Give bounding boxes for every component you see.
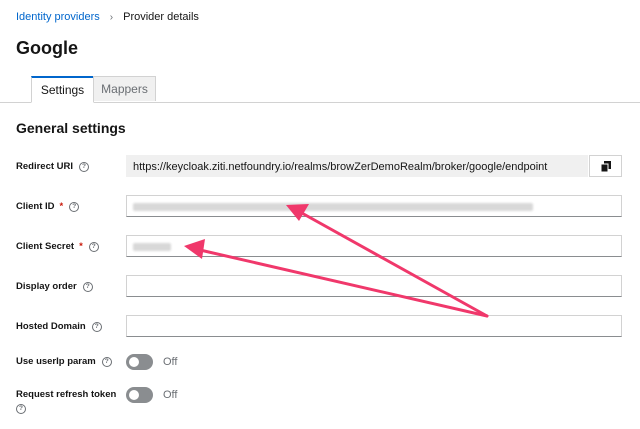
client-id-input[interactable]	[126, 195, 622, 217]
use-userip-toggle[interactable]	[126, 354, 153, 370]
breadcrumb: Identity providers › Provider details	[16, 11, 199, 23]
help-icon[interactable]: ?	[101, 356, 112, 367]
copy-button[interactable]	[589, 155, 622, 177]
redirect-uri-label: Redirect URI ?	[16, 161, 90, 172]
chevron-right-icon: ›	[109, 11, 114, 23]
refresh-token-label: Request refresh token	[16, 389, 117, 400]
breadcrumb-current: Provider details	[123, 11, 199, 23]
tab-bar: Settings Mappers	[0, 76, 640, 103]
refresh-token-state: Off	[163, 389, 178, 401]
display-order-label: Display order ?	[16, 281, 93, 292]
hosted-domain-input[interactable]	[126, 315, 622, 337]
tab-settings[interactable]: Settings	[31, 76, 94, 103]
help-icon[interactable]: ?	[82, 281, 93, 292]
tab-mappers[interactable]: Mappers	[93, 76, 156, 101]
copy-icon	[600, 160, 611, 172]
use-userip-label: Use userIp param ?	[16, 356, 112, 367]
section-title: General settings	[16, 120, 126, 136]
help-icon[interactable]: ?	[69, 201, 80, 212]
display-order-input[interactable]	[126, 275, 622, 297]
help-icon[interactable]: ?	[16, 404, 26, 414]
page-title: Google	[16, 38, 78, 58]
annotation-arrow-client-id	[298, 210, 489, 318]
use-userip-state: Off	[163, 356, 178, 368]
breadcrumb-identity-providers[interactable]: Identity providers	[16, 11, 100, 23]
client-secret-input[interactable]	[126, 235, 622, 257]
client-secret-label: Client Secret * ?	[16, 241, 99, 252]
redirect-uri-field[interactable]: https://keycloak.ziti.netfoundry.io/real…	[126, 155, 588, 177]
redacted-value	[133, 243, 171, 251]
help-icon[interactable]: ?	[79, 161, 90, 172]
hosted-domain-label: Hosted Domain ?	[16, 321, 102, 332]
redacted-value	[133, 203, 533, 211]
help-icon[interactable]: ?	[91, 321, 102, 332]
refresh-token-toggle[interactable]	[126, 387, 153, 403]
help-icon[interactable]: ?	[88, 241, 99, 252]
client-id-label: Client ID * ?	[16, 201, 80, 212]
